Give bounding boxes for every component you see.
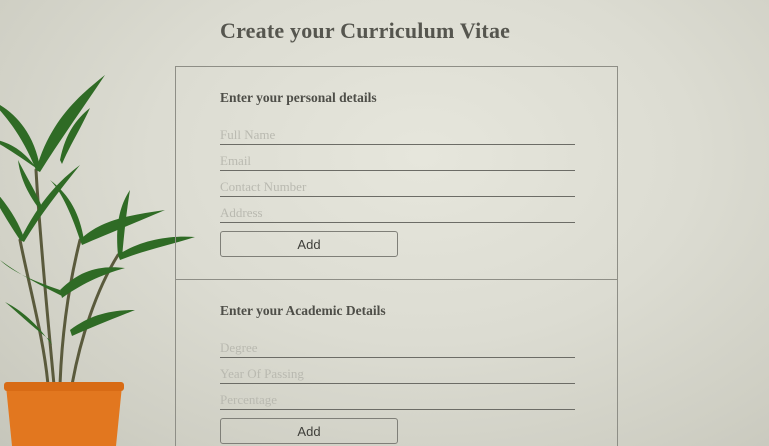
address-field[interactable] [220,203,575,223]
add-personal-details-button[interactable]: Add [220,231,398,257]
add-academic-details-button[interactable]: Add [220,418,398,444]
percentage-field[interactable] [220,390,575,410]
plant-pot [4,382,124,446]
academic-details-heading: Enter your Academic Details [220,303,386,318]
academic-details-section: Enter your Academic Details Add [175,279,618,446]
personal-details-section: Enter your personal details Add [175,66,618,280]
contact-number-field[interactable] [220,177,575,197]
degree-field[interactable] [220,338,575,358]
personal-details-heading: Enter your personal details [220,90,377,105]
potted-plant-image [0,75,195,446]
page-title: Create your Curriculum Vitae [220,18,511,43]
full-name-field[interactable] [220,125,575,145]
plant-leaves [0,75,195,345]
email-field[interactable] [220,151,575,171]
year-of-passing-field[interactable] [220,364,575,384]
